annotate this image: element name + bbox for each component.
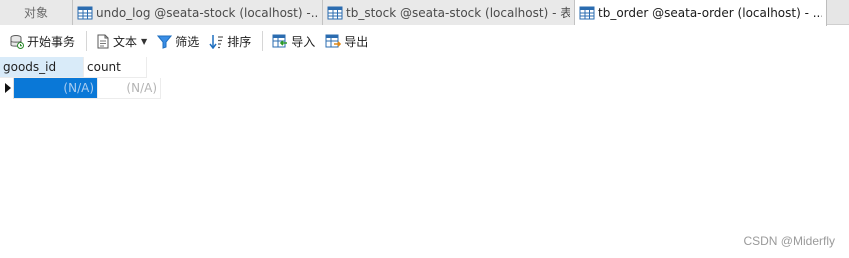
toolbar-divider — [262, 31, 264, 51]
column-header-goods-id[interactable]: goods_id — [0, 57, 84, 78]
tab-tb-stock-label: tb_stock @seata-stock (localhost) - 表 — [346, 6, 570, 20]
table-icon — [77, 6, 93, 19]
table-icon — [579, 6, 595, 20]
tab-tb-stock[interactable]: tb_stock @seata-stock (localhost) - 表 — [323, 0, 575, 25]
tab-undo-log[interactable]: undo_log @seata-stock (localhost) -... — [73, 0, 323, 25]
filter-icon — [157, 35, 173, 49]
export-button[interactable]: 导出 — [322, 30, 371, 52]
begin-transaction-button[interactable]: 开始事务 — [6, 30, 78, 52]
tab-undo-log-label: undo_log @seata-stock (localhost) -... — [96, 5, 318, 20]
toolbar-divider — [86, 31, 88, 51]
filter-label: 筛选 — [175, 34, 200, 49]
import-label: 导入 — [291, 34, 316, 49]
column-header-count[interactable]: count — [84, 57, 147, 78]
sort-icon — [209, 34, 224, 49]
text-view-button[interactable]: 文本 ▼ — [93, 30, 150, 52]
sort-button[interactable]: 排序 — [206, 30, 254, 52]
data-grid: goods_id count (N/A) (N/A) — [0, 57, 161, 99]
tab-objects-label: 对象 — [23, 6, 48, 20]
document-icon — [97, 34, 109, 48]
cell-goods-id[interactable]: (N/A) — [14, 78, 98, 99]
cell-count[interactable]: (N/A) — [98, 78, 161, 99]
tab-bar: 对象 undo_log @seata-stock (localhost) -..… — [0, 0, 849, 26]
tab-tb-order-label: tb_order @seata-order (localhost) - ... — [598, 6, 822, 20]
table-row[interactable]: (N/A) (N/A) — [0, 78, 161, 99]
table-icon — [327, 6, 343, 19]
sort-label: 排序 — [227, 34, 252, 49]
filter-button[interactable]: 筛选 — [154, 30, 202, 52]
begin-transaction-label: 开始事务 — [27, 34, 76, 49]
export-label: 导出 — [344, 34, 369, 49]
import-icon — [272, 34, 288, 47]
grid-header-row: goods_id count — [0, 57, 161, 78]
row-pointer-icon — [5, 83, 11, 93]
import-button[interactable]: 导入 — [269, 30, 318, 52]
tab-tb-order[interactable]: tb_order @seata-order (localhost) - ... — [575, 0, 827, 26]
text-view-label: 文本 — [113, 34, 138, 49]
row-selector[interactable] — [0, 78, 14, 99]
toolbar: 开始事务 文本 ▼ 筛选 排序 导入 导出 — [0, 26, 849, 56]
chevron-down-icon[interactable]: ▼ — [141, 37, 147, 46]
watermark: CSDN @Miderfly — [743, 234, 835, 248]
database-icon — [10, 34, 24, 49]
tab-objects[interactable]: 对象 — [0, 0, 73, 25]
export-icon — [325, 34, 342, 47]
